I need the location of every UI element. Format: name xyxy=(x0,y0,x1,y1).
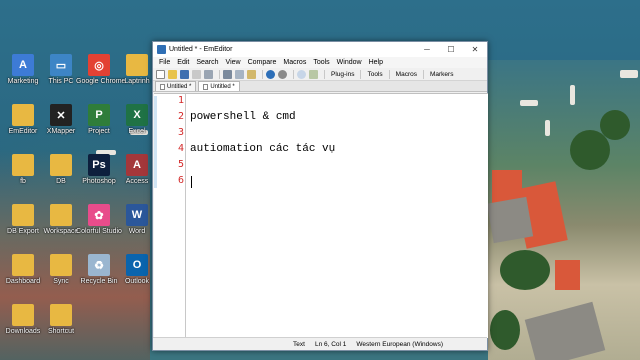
menu-view[interactable]: View xyxy=(226,59,241,66)
tab-untitled-1[interactable]: Untitled * xyxy=(155,81,197,91)
background-roof xyxy=(486,196,534,244)
paste-icon[interactable] xyxy=(247,69,256,79)
desktop-icon-image: O xyxy=(126,254,148,276)
copy-icon[interactable] xyxy=(235,69,244,79)
desktop-icon-image xyxy=(12,104,34,126)
title-bar[interactable]: Untitled * - EmEditor ─ ☐ ✕ xyxy=(153,42,487,57)
desktop-icon-image: P xyxy=(88,104,110,126)
emeditor-window[interactable]: Untitled * - EmEditor ─ ☐ ✕ File Edit Se… xyxy=(152,41,488,351)
line-number: 5 xyxy=(177,159,184,170)
menu-edit[interactable]: Edit xyxy=(177,59,189,66)
background-roof xyxy=(555,260,580,290)
document-icon xyxy=(203,83,209,90)
markers-toolbar-label[interactable]: Markers xyxy=(430,71,453,78)
text-editor-area[interactable]: 1 2 3 4 5 6 powershell & cmd autiomation… xyxy=(154,93,488,339)
toolbar-separator xyxy=(219,69,220,79)
toolbar: Plug-ins Tools Macros Markers xyxy=(153,68,487,81)
tab-label: Untitled * xyxy=(210,83,235,90)
desktop-icon-image xyxy=(126,54,148,76)
save-icon[interactable] xyxy=(180,69,189,79)
status-position[interactable]: Ln 6, Col 1 xyxy=(315,341,346,348)
menu-help[interactable]: Help xyxy=(369,59,383,66)
line-number: 2 xyxy=(177,111,184,122)
toolbar-separator xyxy=(293,69,294,79)
desktop-icon-image xyxy=(12,204,34,226)
menu-window[interactable]: Window xyxy=(337,59,362,66)
toolbar-separator xyxy=(262,69,263,79)
replace-icon[interactable] xyxy=(309,69,318,79)
macros-toolbar-label[interactable]: Macros xyxy=(396,71,417,78)
close-button[interactable]: ✕ xyxy=(463,42,487,57)
background-tree xyxy=(600,110,630,140)
minimize-button[interactable]: ─ xyxy=(415,42,439,57)
desktop-icon-image: W xyxy=(126,204,148,226)
cut-icon[interactable] xyxy=(223,69,232,79)
tab-untitled-2[interactable]: Untitled * xyxy=(198,81,240,91)
desktop-icon-image xyxy=(50,304,72,326)
tab-label: Untitled * xyxy=(167,83,192,90)
status-encoding[interactable]: Western European (Windows) xyxy=(356,341,443,348)
menu-tools[interactable]: Tools xyxy=(313,59,329,66)
desktop-icon-image xyxy=(50,154,72,176)
desktop-icon-image xyxy=(50,254,72,276)
desktop-icon-image: ◎ xyxy=(88,54,110,76)
desktop-icon-image xyxy=(12,304,34,326)
text-caret xyxy=(191,176,192,188)
line-number: 3 xyxy=(177,127,184,138)
background-boat xyxy=(570,85,575,105)
status-bar: Text Ln 6, Col 1 Western European (Windo… xyxy=(153,337,487,350)
background-tree xyxy=(500,250,550,290)
line-number: 1 xyxy=(177,95,184,106)
desktop-icon-label: Shortcut xyxy=(47,328,75,335)
desktop-icon-image xyxy=(50,204,72,226)
status-mode[interactable]: Text xyxy=(293,341,305,348)
desktop-icon-image: ♻ xyxy=(88,254,110,276)
emeditor-icon xyxy=(157,45,166,54)
toolbar-separator xyxy=(422,69,424,79)
undo-icon[interactable] xyxy=(266,69,275,79)
menu-compare[interactable]: Compare xyxy=(248,59,277,66)
menu-search[interactable]: Search xyxy=(196,59,218,66)
menu-macros[interactable]: Macros xyxy=(283,59,306,66)
background-tree xyxy=(490,310,520,350)
maximize-button[interactable]: ☐ xyxy=(439,42,463,57)
desktop-icon-image: ✕ xyxy=(50,104,72,126)
desktop-icon-image: A xyxy=(12,54,34,76)
desktop-icon-image xyxy=(12,254,34,276)
redo-icon[interactable] xyxy=(278,69,287,79)
desktop-icon-image: ✿ xyxy=(88,204,110,226)
desktop-icon-image: ▭ xyxy=(50,54,72,76)
menu-bar: File Edit Search View Compare Macros Too… xyxy=(153,57,487,68)
toolbar-separator xyxy=(324,69,325,79)
line-number: 6 xyxy=(177,175,184,186)
code-line: powershell & cmd xyxy=(190,111,296,123)
line-number-gutter: 1 2 3 4 5 6 xyxy=(154,94,186,339)
menu-file[interactable]: File xyxy=(159,59,170,66)
window-title: Untitled * - EmEditor xyxy=(169,46,233,53)
search-icon[interactable] xyxy=(297,69,306,79)
open-folder-icon[interactable] xyxy=(168,69,177,79)
plugins-toolbar-label[interactable]: Plug-ins xyxy=(331,71,354,78)
tools-toolbar-label[interactable]: Tools xyxy=(367,71,382,78)
document-tabs: Untitled * Untitled * xyxy=(153,81,487,92)
background-boat xyxy=(520,100,538,106)
desktop-icon-image: Ps xyxy=(88,154,110,176)
new-file-icon[interactable] xyxy=(156,69,165,79)
save-all-icon[interactable] xyxy=(192,69,201,79)
desktop-icon-image: X xyxy=(126,104,148,126)
code-line: autiomation các tác vụ xyxy=(190,143,336,155)
desktop-icon-image: A xyxy=(126,154,148,176)
toolbar-separator xyxy=(388,69,390,79)
background-boat xyxy=(620,70,638,78)
desktop-icon[interactable]: Shortcut xyxy=(38,304,84,336)
line-number: 4 xyxy=(177,143,184,154)
print-icon[interactable] xyxy=(204,69,213,79)
desktop-icon-image xyxy=(12,154,34,176)
background-boat xyxy=(545,120,550,136)
document-icon xyxy=(160,83,165,90)
toolbar-separator xyxy=(360,69,362,79)
